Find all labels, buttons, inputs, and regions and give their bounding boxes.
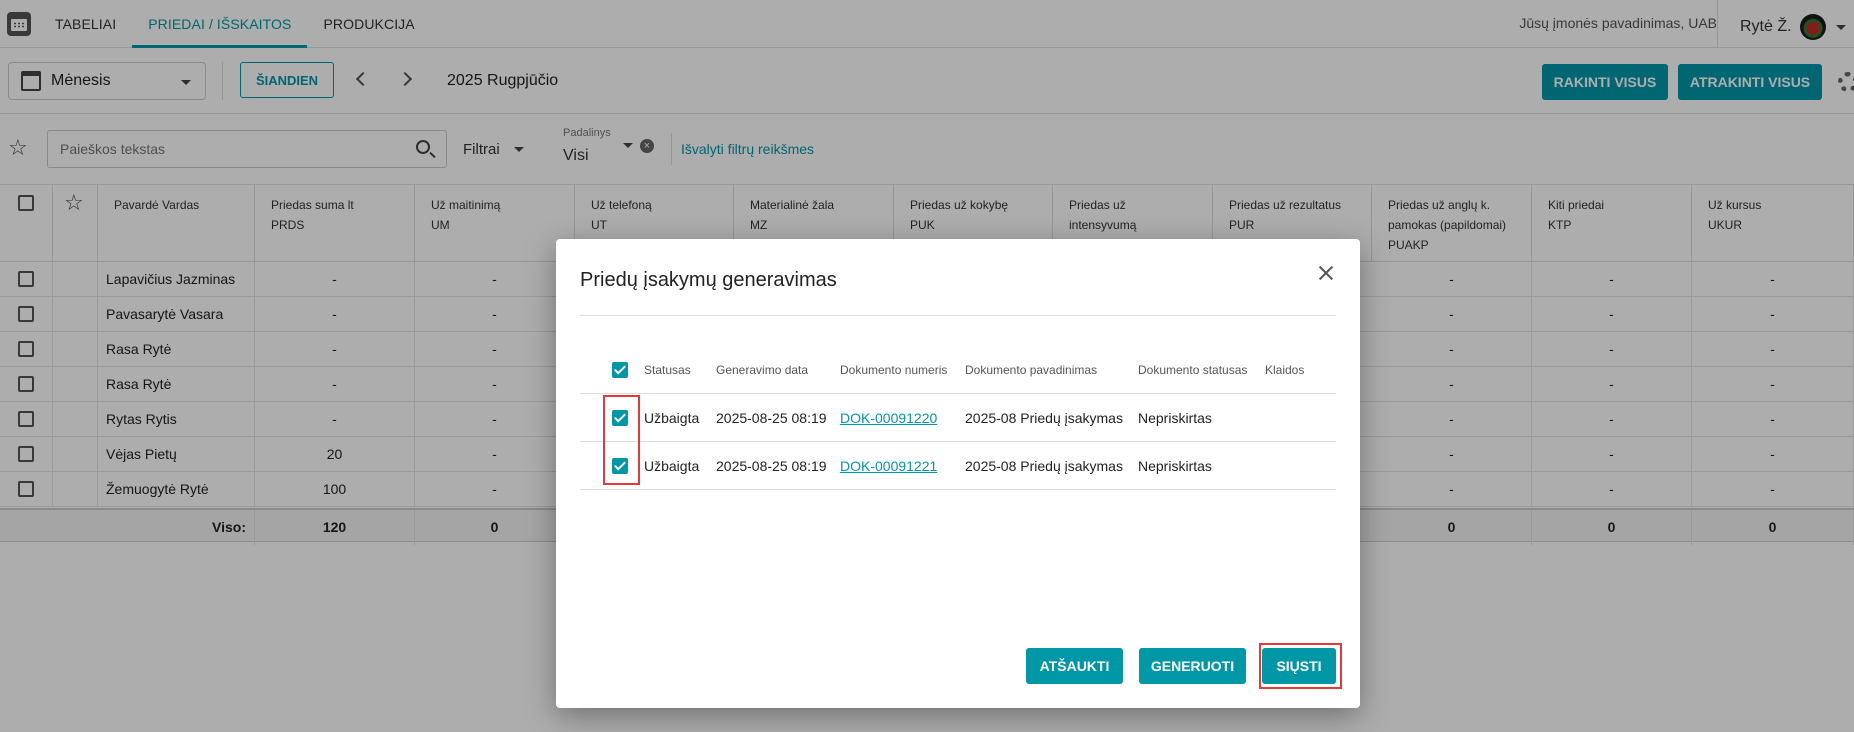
document-row: Užbaigta 2025-08-25 08:19 DOK-00091220 2… — [580, 394, 1336, 442]
row-doc-status: Nepriskirtas — [1138, 458, 1212, 474]
documents-table-header: Statusas Generavimo data Dokumento numer… — [580, 346, 1336, 394]
header-number: Dokumento numeris — [840, 363, 948, 377]
header-status: Statusas — [644, 363, 691, 377]
close-icon[interactable] — [1316, 263, 1336, 283]
cancel-button[interactable]: ATŠAUKTI — [1026, 648, 1123, 684]
document-row: Užbaigta 2025-08-25 08:19 DOK-00091221 2… — [580, 442, 1336, 490]
row-status: Užbaigta — [644, 458, 700, 474]
select-all-checkbox[interactable] — [612, 362, 628, 378]
row-doc-name: 2025-08 Priedų įsakymas — [965, 410, 1123, 426]
header-errors: Klaidos — [1265, 363, 1305, 377]
row-doc-name: 2025-08 Priedų įsakymas — [965, 458, 1123, 474]
checkbox-highlight — [603, 395, 640, 485]
row-status: Užbaigta — [644, 410, 700, 426]
send-button-highlight — [1259, 643, 1342, 689]
generate-button[interactable]: GENERUOTI — [1139, 648, 1246, 684]
dialog-title: Priedų įsakymų generavimas — [580, 269, 837, 291]
header-date: Generavimo data — [716, 363, 809, 377]
row-date: 2025-08-25 08:19 — [716, 458, 827, 474]
header-doc-name: Dokumento pavadinimas — [965, 363, 1098, 377]
document-number-link[interactable]: DOK-00091221 — [840, 442, 937, 490]
generate-orders-dialog: Priedų įsakymų generavimas Statusas Gene… — [556, 239, 1360, 708]
header-doc-status: Dokumento statusas — [1138, 363, 1248, 377]
divider — [580, 315, 1336, 316]
row-doc-status: Nepriskirtas — [1138, 410, 1212, 426]
row-date: 2025-08-25 08:19 — [716, 410, 827, 426]
document-number-link[interactable]: DOK-00091220 — [840, 394, 937, 442]
